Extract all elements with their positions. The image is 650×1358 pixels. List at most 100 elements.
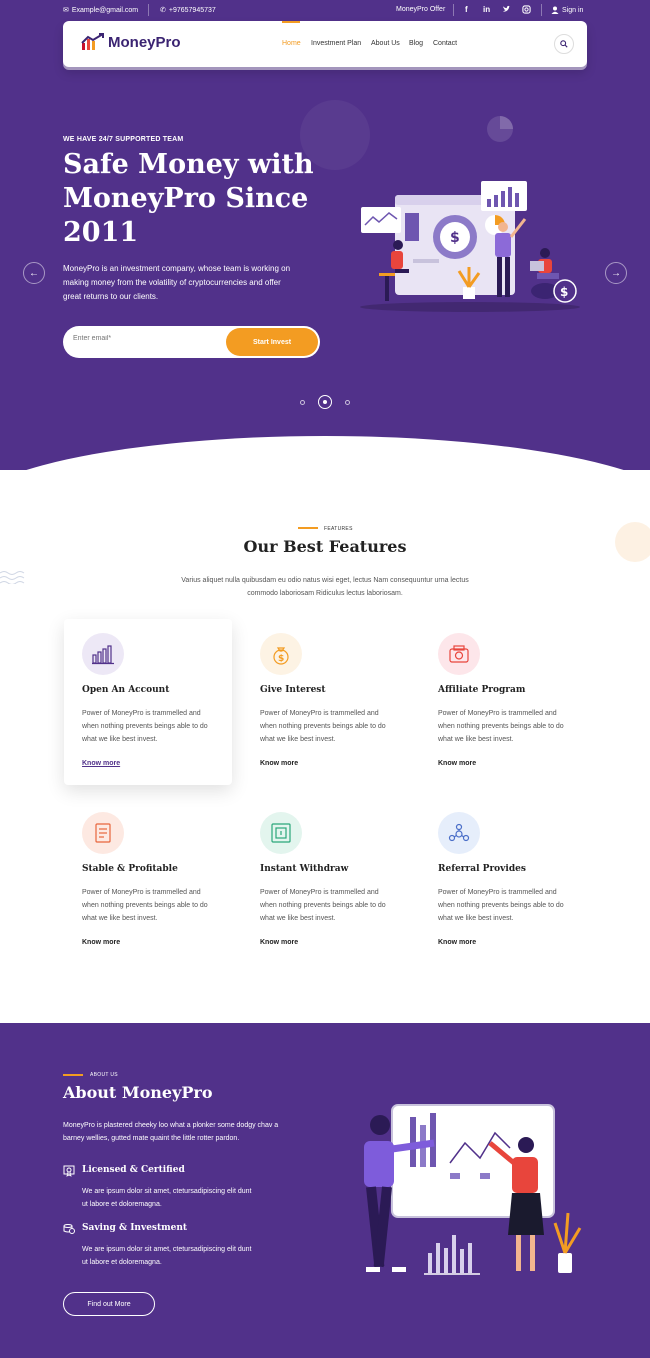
phone-icon: ✆ xyxy=(160,7,166,14)
search-button[interactable] xyxy=(554,34,574,54)
referral-icon xyxy=(438,812,480,854)
slider-dot-active[interactable] xyxy=(318,395,332,409)
signin-text: Sign in xyxy=(562,6,584,14)
card-title: Give Interest xyxy=(260,685,326,695)
know-more-link[interactable]: Know more xyxy=(260,939,298,946)
email-input[interactable] xyxy=(73,335,223,342)
about-description: MoneyPro is plastered cheeky loo what a … xyxy=(63,1122,279,1142)
card-title: Instant Withdraw xyxy=(260,864,349,874)
know-more-link[interactable]: Know more xyxy=(438,939,476,946)
feature-card-referral-provides[interactable]: Referral Provides Power of MoneyPro is t… xyxy=(420,798,588,964)
divider xyxy=(541,4,542,16)
arrow-right-icon: → xyxy=(611,267,621,279)
logo-chart-icon xyxy=(81,33,104,50)
top-bar: ✉ Example@gmail.com ✆ +97657945737 Money… xyxy=(0,0,650,20)
slider-dot[interactable] xyxy=(345,400,350,405)
feature-card-open-account[interactable]: Open An Account Power of MoneyPro is tra… xyxy=(64,619,232,785)
instagram-icon[interactable] xyxy=(522,5,531,14)
hero-section: ✉ Example@gmail.com ✆ +97657945737 Money… xyxy=(0,0,650,470)
features-subtitle: Varius aliquet nulla quibusdam eu odio n… xyxy=(181,577,469,597)
know-more-link[interactable]: Know more xyxy=(260,760,298,767)
features-tag: FEATURES xyxy=(324,526,353,532)
signin-link[interactable]: Sign in xyxy=(551,6,583,14)
card-description: Power of MoneyPro is trammelled and when… xyxy=(260,889,386,922)
nav-active-indicator xyxy=(282,21,300,23)
know-more-link[interactable]: Know more xyxy=(82,760,120,767)
section-tag-line xyxy=(298,527,318,529)
about-item-description: We are ipsum dolor sit amet, ctetursadip… xyxy=(82,1188,252,1208)
search-icon xyxy=(560,40,568,48)
section-tag-line xyxy=(63,1074,83,1076)
user-icon xyxy=(551,6,559,14)
card-title: Stable & Profitable xyxy=(82,864,178,874)
svg-text:$: $ xyxy=(560,285,568,299)
topbar-phone-text: +97657945737 xyxy=(168,6,216,14)
svg-text:$: $ xyxy=(450,230,460,246)
know-more-link[interactable]: Know more xyxy=(438,760,476,767)
about-section: ABOUT US About MoneyPro MoneyPro is plas… xyxy=(0,1023,650,1358)
nav-item-blog[interactable]: Blog xyxy=(409,40,423,47)
about-title: About MoneyPro xyxy=(63,1083,213,1102)
circle-deco xyxy=(615,522,650,562)
feature-card-affiliate-program[interactable]: Affiliate Program Power of MoneyPro is t… xyxy=(420,619,588,785)
coins-icon xyxy=(63,1224,75,1234)
chart-bars-icon xyxy=(82,633,124,675)
certificate-icon xyxy=(63,1165,75,1177)
feature-card-instant-withdraw[interactable]: Instant Withdraw Power of MoneyPro is tr… xyxy=(242,798,410,964)
slider-dot[interactable] xyxy=(300,400,305,405)
facebook-icon[interactable]: f xyxy=(465,5,468,14)
twitter-icon[interactable] xyxy=(502,5,511,14)
hero-tagline: WE HAVE 24/7 SUPPORTED TEAM xyxy=(63,136,184,143)
about-item-title: Licensed & Certified xyxy=(82,1165,185,1175)
nav-item-home[interactable]: Home xyxy=(282,40,301,47)
card-description: Power of MoneyPro is trammelled and when… xyxy=(82,889,208,922)
feature-card-give-interest[interactable]: $ Give Interest Power of MoneyPro is tra… xyxy=(242,619,410,785)
wallet-icon xyxy=(438,633,480,675)
nav-item-contact[interactable]: Contact xyxy=(433,40,457,47)
about-illustration xyxy=(364,1104,582,1275)
about-tag: ABOUT US xyxy=(90,1072,118,1078)
about-item-title: Saving & Investment xyxy=(82,1223,188,1233)
find-out-more-button[interactable]: Find out More xyxy=(63,1292,155,1316)
money-bag-icon: $ xyxy=(260,633,302,675)
divider xyxy=(148,4,149,16)
divider xyxy=(453,4,454,16)
svg-text:$: $ xyxy=(278,654,284,664)
arrow-left-icon: ← xyxy=(29,267,39,279)
hero-curve-divider xyxy=(0,436,650,470)
card-title: Affiliate Program xyxy=(438,685,526,695)
feature-card-stable-profitable[interactable]: Stable & Profitable Power of MoneyPro is… xyxy=(64,798,232,964)
about-item-description: We are ipsum dolor sit amet, ctetursadip… xyxy=(82,1246,252,1266)
logo-text: MoneyPro xyxy=(108,33,181,51)
slider-next-button[interactable]: → xyxy=(605,262,627,284)
safe-icon xyxy=(260,812,302,854)
main-navbar: MoneyPro Home Investment Plan About Us B… xyxy=(63,21,587,67)
card-description: Power of MoneyPro is trammelled and when… xyxy=(438,889,564,922)
linkedin-icon[interactable]: in xyxy=(483,5,490,14)
topbar-offer-text: MoneyPro Offer xyxy=(396,6,446,13)
hero-title: Safe Money with MoneyPro Since 2011 xyxy=(63,149,314,248)
topbar-phone[interactable]: ✆ +97657945737 xyxy=(160,6,216,15)
topbar-email-text: Example@gmail.com xyxy=(71,6,139,14)
nav-item-about-us[interactable]: About Us xyxy=(371,40,400,47)
card-description: Power of MoneyPro is trammelled and when… xyxy=(438,710,564,743)
hero-description: MoneyPro is an investment company, whose… xyxy=(63,264,291,301)
hero-email-form: Start Invest xyxy=(63,326,320,358)
document-icon xyxy=(82,812,124,854)
card-title: Referral Provides xyxy=(438,864,526,874)
card-description: Power of MoneyPro is trammelled and when… xyxy=(82,710,208,743)
start-invest-button[interactable]: Start Invest xyxy=(226,328,318,356)
topbar-offer-link[interactable]: MoneyPro Offer xyxy=(396,6,445,13)
nav-item-investment-plan[interactable]: Investment Plan xyxy=(311,40,361,47)
wave-deco-icon xyxy=(0,571,25,584)
know-more-link[interactable]: Know more xyxy=(82,939,120,946)
slider-prev-button[interactable]: ← xyxy=(23,262,45,284)
mail-icon: ✉ xyxy=(63,7,69,14)
card-description: Power of MoneyPro is trammelled and when… xyxy=(260,710,386,743)
topbar-email[interactable]: ✉ Example@gmail.com xyxy=(63,6,139,15)
features-title: Our Best Features xyxy=(243,537,407,556)
card-title: Open An Account xyxy=(82,685,170,695)
hero-illustration: $ $ xyxy=(360,181,580,312)
pie-deco-icon xyxy=(487,116,513,142)
logo[interactable]: MoneyPro xyxy=(81,33,181,51)
